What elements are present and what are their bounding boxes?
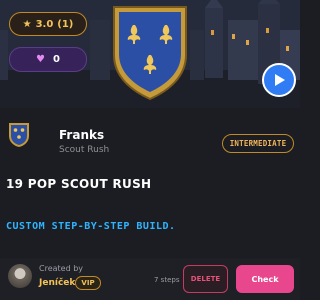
star-icon: ★	[22, 18, 32, 30]
delete-button[interactable]: DELETE	[183, 265, 228, 293]
rating-count: (1)	[57, 18, 74, 30]
check-button[interactable]: Check	[236, 265, 294, 293]
hero-banner: ★ 3.0 (1) ♥ 0	[0, 0, 300, 108]
civilization-name: Franks	[59, 128, 105, 142]
franks-shield-icon	[113, 6, 187, 101]
rating-value: 3.0	[35, 18, 54, 30]
steps-count: 7 steps	[154, 276, 180, 284]
likes-count: 0	[53, 54, 60, 65]
build-title: 19 POP SCOUT RUSH	[6, 177, 152, 191]
difficulty-badge: INTERMEDIATE	[222, 134, 294, 153]
play-icon	[275, 74, 285, 86]
heart-icon: ♥	[36, 54, 45, 65]
play-button[interactable]	[262, 63, 296, 97]
likes-button[interactable]: ♥ 0	[9, 47, 87, 72]
vip-badge: VIP	[75, 276, 101, 290]
strategy-subtitle: Scout Rush	[59, 145, 110, 155]
author-name[interactable]: Jeníček	[39, 278, 75, 288]
build-description: CUSTOM STEP-BY-STEP BUILD.	[6, 221, 176, 232]
rating-badge[interactable]: ★ 3.0 (1)	[9, 12, 87, 36]
civ-emblem-icon	[9, 123, 29, 147]
author-avatar[interactable]	[8, 264, 32, 288]
created-by-label: Created by	[39, 264, 84, 273]
